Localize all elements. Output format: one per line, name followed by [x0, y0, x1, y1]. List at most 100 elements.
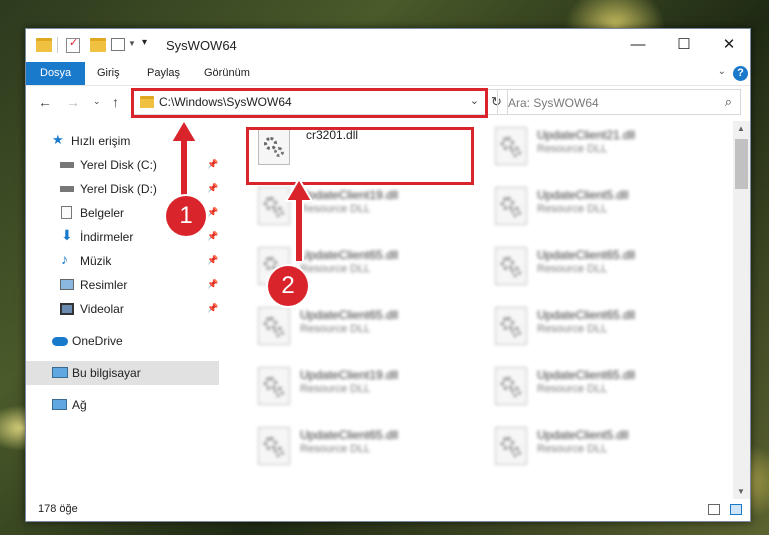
- sidebar-item-label: Videolar: [80, 302, 124, 316]
- dll-file-icon: [495, 127, 527, 165]
- file-name: UpdateClient65.dll: [300, 308, 399, 322]
- file-name: UpdateClient21.dll: [537, 128, 636, 142]
- sidebar-item-label: İndirmeler: [80, 230, 134, 244]
- tab-giris[interactable]: Giriş: [83, 62, 134, 85]
- quick-access-toolbar-menu-icon[interactable]: ▾: [142, 37, 147, 48]
- tab-gorunum[interactable]: Görünüm: [190, 62, 264, 85]
- folder-icon: [36, 38, 52, 52]
- file-type: Resource DLL: [537, 323, 608, 335]
- explorer-window: ✓ ▼ ▾ SysWOW64 — ☐ ✕ Dosya Giriş Paylaş …: [25, 28, 751, 522]
- tab-paylas[interactable]: Paylaş: [133, 62, 194, 85]
- tab-dosya[interactable]: Dosya: [26, 62, 86, 85]
- scroll-up-icon[interactable]: ▲: [737, 124, 745, 133]
- toolbar-dropdown-icon[interactable]: ▼: [128, 39, 136, 48]
- drive-icon: [60, 186, 74, 192]
- file-type: Resource DLL: [537, 383, 608, 395]
- scrollbar-thumb[interactable]: [735, 139, 748, 189]
- sidebar-item-this-pc[interactable]: Bu bilgisayar: [26, 361, 219, 385]
- title-divider: [57, 37, 58, 53]
- network-icon: [52, 399, 67, 410]
- item-count: 178 öğe: [38, 503, 78, 515]
- help-icon[interactable]: ?: [733, 66, 748, 81]
- file-tile[interactable]: UpdateClient65.dll Resource DLL: [250, 421, 480, 469]
- pin-icon[interactable]: 📌: [207, 303, 218, 314]
- recent-locations-icon[interactable]: ⌄: [93, 96, 101, 107]
- details-view-icon[interactable]: [708, 504, 720, 515]
- new-folder-icon[interactable]: [90, 38, 106, 52]
- sidebar-item-label: Yerel Disk (C:): [80, 158, 157, 172]
- minimize-button[interactable]: —: [615, 29, 661, 61]
- dll-file-icon: [495, 307, 527, 345]
- close-button[interactable]: ✕: [706, 29, 752, 61]
- file-tile[interactable]: UpdateClient65.dll Resource DLL: [250, 301, 480, 349]
- file-name: UpdateClient5.dll: [537, 428, 629, 442]
- star-icon: ★: [52, 132, 64, 147]
- computer-icon: [52, 367, 68, 378]
- dll-file-icon: [258, 367, 290, 405]
- drive-icon: [60, 162, 74, 168]
- file-tile[interactable]: UpdateClient65.dll Resource DLL: [487, 301, 717, 349]
- title-bar: ✓ ▼ ▾ SysWOW64 — ☐ ✕: [26, 29, 750, 62]
- file-name: UpdateClient65.dll: [537, 368, 636, 382]
- sidebar-item-label: Belgeler: [80, 206, 125, 220]
- sidebar-item-label: Resimler: [80, 278, 128, 292]
- pictures-icon: [60, 279, 74, 290]
- dll-file-icon: [258, 427, 290, 465]
- documents-icon: [61, 206, 72, 219]
- file-name: UpdateClient65.dll: [537, 248, 636, 262]
- ribbon-tabs: Dosya Giriş Paylaş Görünüm ⌄ ?: [26, 62, 750, 86]
- file-name: UpdateClient5.dll: [537, 188, 629, 202]
- file-tile[interactable]: UpdateClient21.dll Resource DLL: [487, 121, 717, 169]
- file-tile[interactable]: UpdateClient5.dll Resource DLL: [487, 181, 717, 229]
- file-type: Resource DLL: [537, 443, 608, 455]
- file-tile[interactable]: UpdateClient65.dll Resource DLL: [487, 241, 717, 289]
- file-type: Resource DLL: [300, 383, 371, 395]
- dll-file-icon: [495, 187, 527, 225]
- back-arrow-icon[interactable]: ←: [38, 94, 52, 110]
- sidebar-item-videos[interactable]: Videolar 📌: [26, 297, 219, 321]
- file-tile[interactable]: UpdateClient19.dll Resource DLL: [250, 361, 480, 409]
- forward-arrow-icon[interactable]: →: [66, 94, 80, 110]
- file-tile[interactable]: UpdateClient65.dll Resource DLL: [487, 361, 717, 409]
- videos-icon: [60, 303, 74, 315]
- dll-file-icon: [495, 367, 527, 405]
- download-icon: ⬇: [61, 227, 73, 243]
- sidebar-item-network[interactable]: Ağ: [26, 393, 219, 417]
- scroll-down-icon[interactable]: ▼: [737, 487, 745, 496]
- sidebar-item-onedrive[interactable]: OneDrive: [26, 329, 219, 353]
- properties-icon[interactable]: ✓: [66, 37, 80, 53]
- status-bar: 178 öğe: [26, 499, 750, 521]
- search-placeholder: Ara: SysWOW64: [508, 96, 599, 110]
- file-name: UpdateClient65.dll: [537, 308, 636, 322]
- address-highlight-box: [131, 88, 488, 118]
- sidebar-item-label: Ağ: [72, 398, 87, 412]
- cloud-icon: [52, 337, 68, 346]
- window-title: SysWOW64: [166, 38, 237, 53]
- file-tile[interactable]: UpdateClient5.dll Resource DLL: [487, 421, 717, 469]
- sidebar-item-label: Müzik: [80, 254, 112, 268]
- arrow-to-file: [284, 177, 314, 263]
- file-name: UpdateClient65.dll: [300, 428, 399, 442]
- large-icons-view-icon[interactable]: [730, 504, 742, 515]
- customize-toolbar-icon[interactable]: [111, 38, 125, 51]
- file-type: Resource DLL: [300, 323, 371, 335]
- file-type: Resource DLL: [537, 143, 608, 155]
- vertical-scrollbar[interactable]: ▲ ▼: [733, 121, 750, 499]
- file-type: Resource DLL: [537, 203, 608, 215]
- sidebar-item-label: Hızlı erişim: [71, 134, 131, 148]
- search-icon: ⌕: [724, 94, 732, 109]
- maximize-button[interactable]: ☐: [661, 29, 707, 61]
- callout-step-2: 2: [268, 266, 308, 306]
- file-type: Resource DLL: [537, 263, 608, 275]
- expand-ribbon-icon[interactable]: ⌄: [718, 66, 726, 77]
- search-input[interactable]: Ara: SysWOW64 ⌕: [497, 89, 741, 115]
- file-type: Resource DLL: [300, 443, 371, 455]
- dll-file-icon: [258, 307, 290, 345]
- up-arrow-icon[interactable]: ↑: [112, 94, 119, 110]
- dll-file-icon: [495, 427, 527, 465]
- sidebar-item-label: Yerel Disk (D:): [80, 182, 157, 196]
- dll-file-icon: [495, 247, 527, 285]
- callout-step-1: 1: [166, 196, 206, 236]
- music-icon: ♪: [61, 251, 68, 267]
- sidebar-item-label: OneDrive: [72, 334, 123, 348]
